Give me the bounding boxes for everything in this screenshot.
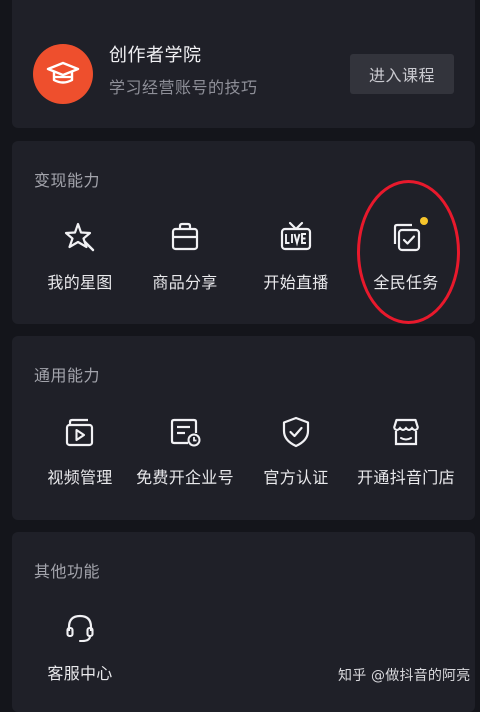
tile-video-management[interactable]: 视频管理 xyxy=(22,414,138,494)
tile-label: 免费开企业号 xyxy=(136,468,234,487)
video-file-icon xyxy=(65,418,94,447)
tile-official-certification[interactable]: 官方认证 xyxy=(238,414,354,494)
enterprise-clock-icon xyxy=(170,418,201,447)
academy-subtitle: 学习经营账号的技巧 xyxy=(109,78,258,97)
tile-my-star-map[interactable]: 我的星图 xyxy=(22,219,138,299)
tile-label: 开通抖音门店 xyxy=(357,468,455,487)
tile-product-share[interactable]: 商品分享 xyxy=(127,219,243,299)
section-title-monetization: 变现能力 xyxy=(34,171,101,190)
headset-icon xyxy=(66,614,94,643)
academy-logo xyxy=(33,44,93,104)
tile-free-enterprise-account[interactable]: 免费开企业号 xyxy=(127,414,243,494)
enter-course-button[interactable]: 进入课程 xyxy=(350,54,454,94)
annotation-circle xyxy=(357,180,460,324)
shopping-bag-icon xyxy=(171,222,199,251)
section-title-other: 其他功能 xyxy=(34,562,101,581)
tile-start-live[interactable]: 开始直播 xyxy=(238,219,354,299)
tile-label: 我的星图 xyxy=(47,273,113,292)
tile-customer-service[interactable]: 客服中心 xyxy=(22,610,138,690)
graduation-cap-icon xyxy=(46,61,80,84)
sparkle-star-icon xyxy=(64,222,95,252)
shield-check-icon xyxy=(282,416,310,448)
storefront-icon xyxy=(392,418,420,446)
general-capabilities-card: 通用能力 视频管理 免费开企业号 官方认证 开通抖音门店 xyxy=(12,336,475,520)
other-functions-card: 其他功能 客服中心 xyxy=(12,532,475,712)
academy-title: 创作者学院 xyxy=(109,45,202,66)
creator-academy-card[interactable]: 创作者学院 学习经营账号的技巧 进入课程 xyxy=(12,0,475,128)
tile-label: 开始直播 xyxy=(263,273,329,292)
tile-label: 官方认证 xyxy=(263,468,329,487)
watermark-text: 知乎 @做抖音的阿亮 xyxy=(338,668,471,684)
tile-label: 视频管理 xyxy=(47,468,113,487)
tile-label: 客服中心 xyxy=(47,664,113,683)
tile-open-douyin-store[interactable]: 开通抖音门店 xyxy=(348,414,464,494)
live-tv-icon xyxy=(280,221,312,251)
section-title-general: 通用能力 xyxy=(34,366,101,385)
tile-label: 商品分享 xyxy=(152,273,218,292)
